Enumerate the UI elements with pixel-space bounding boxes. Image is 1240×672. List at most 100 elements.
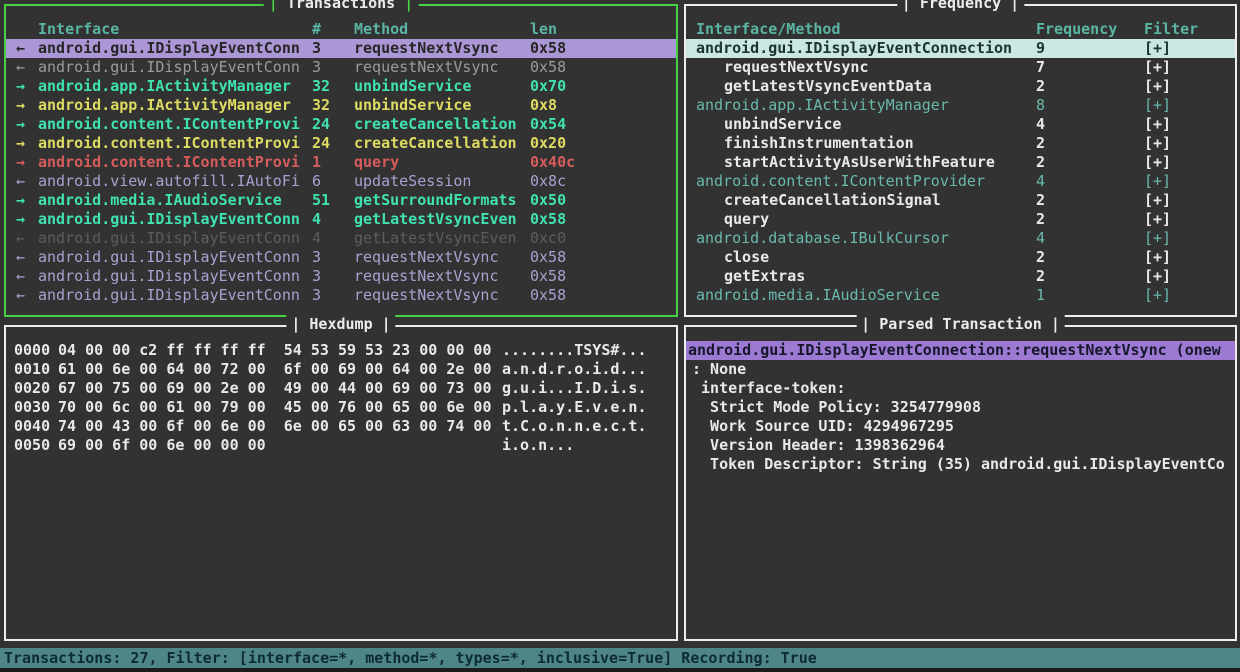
filter-add-button[interactable]: [+] [1144,267,1235,286]
frequency-row[interactable]: android.app.IActivityManager8[+] [686,96,1235,115]
filter-add-button[interactable]: [+] [1144,134,1235,153]
parsed-line[interactable]: Strict Mode Policy: 3254779908 [686,398,1235,417]
cell-name: android.media.IAudioService [696,286,1036,305]
hexdump-panel[interactable]: | Hexdump | 000004 00 00 c2 ff ff ff ff … [4,325,678,641]
filter-add-button[interactable]: [+] [1144,96,1235,115]
cell-interface: android.app.IActivityManager [38,77,312,96]
header-spacer [16,20,38,39]
cell-frequency: 8 [1036,96,1144,115]
cell-name: close [696,248,1036,267]
cell-count: 3 [312,248,354,267]
cell-interface: android.gui.IDisplayEventConn [38,210,312,229]
cell-name: startActivityAsUserWithFeature [696,153,1036,172]
filter-add-button[interactable]: [+] [1144,248,1235,267]
frequency-row[interactable]: android.content.IContentProvider4[+] [686,172,1235,191]
filter-add-button[interactable]: [+] [1144,77,1235,96]
frequency-row[interactable]: unbindService4[+] [686,115,1235,134]
direction-icon: → [16,115,38,134]
filter-add-button[interactable]: [+] [1144,229,1235,248]
cell-method: createCancellation [354,115,530,134]
table-row[interactable]: →android.content.IContentProvi1query0x40… [6,153,676,172]
frequency-panel[interactable]: | Frequency | Interface/Method Frequency… [684,4,1237,317]
parsed-line[interactable]: Work Source UID: 4294967295 [686,417,1235,436]
hexdump-row: 003070 00 6c 00 61 00 79 00 45 00 76 00 … [6,398,676,417]
cell-name: android.database.IBulkCursor [696,229,1036,248]
table-row[interactable]: ←android.gui.IDisplayEventConn3requestNe… [6,248,676,267]
table-row[interactable]: ←android.gui.IDisplayEventConn3requestNe… [6,286,676,305]
cell-name: android.content.IContentProvider [696,172,1036,191]
parsed-line[interactable]: : None [686,360,1235,379]
filter-add-button[interactable]: [+] [1144,172,1235,191]
frequency-header-row: Interface/Method Frequency Filter [686,20,1235,39]
table-row[interactable]: →android.gui.IDisplayEventConn4getLatest… [6,210,676,229]
frequency-row-selected[interactable]: android.gui.IDisplayEventConnection9[+] [686,39,1235,58]
frequency-row[interactable]: finishInstrumentation2[+] [686,134,1235,153]
frequency-row[interactable]: startActivityAsUserWithFeature2[+] [686,153,1235,172]
cell-name: unbindService [696,115,1036,134]
hex-bytes: 69 00 6f 00 6e 00 00 00 [58,436,502,455]
table-row[interactable]: ←android.gui.IDisplayEventConn4getLatest… [6,229,676,248]
parsed-line[interactable]: Version Header: 1398362964 [686,436,1235,455]
filter-add-button[interactable]: [+] [1144,153,1235,172]
table-row[interactable]: →android.app.IActivityManager32unbindSer… [6,96,676,115]
table-row[interactable]: →android.app.IActivityManager32unbindSer… [6,77,676,96]
frequency-row[interactable]: getLatestVsyncEventData2[+] [686,77,1235,96]
cell-name: android.gui.IDisplayEventConnection [696,39,1036,58]
filter-add-button[interactable]: [+] [1144,39,1235,58]
col-header-count: # [312,20,354,39]
hexdump-row: 002067 00 75 00 69 00 2e 00 49 00 44 00 … [6,379,676,398]
filter-add-button[interactable]: [+] [1144,58,1235,77]
table-row[interactable]: →android.content.IContentProvi24createCa… [6,134,676,153]
status-bar: Transactions: 27, Filter: [interface=*, … [0,648,1240,668]
bottom-strip [0,668,1240,672]
table-row[interactable]: →android.media.IAudioService51getSurroun… [6,191,676,210]
cell-name: android.app.IActivityManager [696,96,1036,115]
cell-frequency: 1 [1036,286,1144,305]
cell-count: 3 [312,39,354,58]
hex-ascii: i.o.n... [502,436,574,454]
hex-bytes: 70 00 6c 00 61 00 79 00 45 00 76 00 65 0… [58,398,502,417]
cell-len: 0x58 [530,286,676,305]
filter-add-button[interactable]: [+] [1144,191,1235,210]
cell-count: 4 [312,210,354,229]
frequency-row[interactable]: getExtras2[+] [686,267,1235,286]
filter-add-button[interactable]: [+] [1144,286,1235,305]
cell-interface: android.app.IActivityManager [38,96,312,115]
direction-icon: → [16,191,38,210]
table-row[interactable]: ←android.gui.IDisplayEventConn3requestNe… [6,267,676,286]
cell-method: getSurroundFormats [354,191,530,210]
parsed-transaction-panel[interactable]: | Parsed Transaction | android.gui.IDisp… [684,325,1237,641]
cell-frequency: 4 [1036,115,1144,134]
frequency-row[interactable]: android.database.IBulkCursor4[+] [686,229,1235,248]
cell-count: 32 [312,96,354,115]
cell-interface: android.gui.IDisplayEventConn [38,58,312,77]
transactions-panel[interactable]: | Transactions | Interface # Method len … [4,4,678,317]
frequency-row[interactable]: android.media.IAudioService1[+] [686,286,1235,305]
frequency-row[interactable]: close2[+] [686,248,1235,267]
cell-method: requestNextVsync [354,39,530,58]
filter-add-button[interactable]: [+] [1144,115,1235,134]
table-row[interactable]: ←android.view.autofill.IAutoFi6updateSes… [6,172,676,191]
direction-icon: ← [16,58,38,77]
cell-count: 24 [312,115,354,134]
frequency-row[interactable]: requestNextVsync7[+] [686,58,1235,77]
table-row-selected[interactable]: ←android.gui.IDisplayEventConn3requestNe… [6,39,676,58]
cell-method: unbindService [354,77,530,96]
direction-icon: ← [16,229,38,248]
col-header-filter: Filter [1144,20,1235,39]
frequency-row[interactable]: createCancellationSignal2[+] [686,191,1235,210]
hexdump-row: 004074 00 43 00 6f 00 6e 00 6e 00 65 00 … [6,417,676,436]
cell-frequency: 4 [1036,229,1144,248]
table-row[interactable]: →android.content.IContentProvi24createCa… [6,115,676,134]
frequency-row[interactable]: query2[+] [686,210,1235,229]
filter-add-button[interactable]: [+] [1144,210,1235,229]
cell-interface: android.content.IContentProvi [38,115,312,134]
parsed-selected-line[interactable]: android.gui.IDisplayEventConnection::req… [686,341,1235,360]
cell-len: 0x58 [530,210,676,229]
cell-interface: android.gui.IDisplayEventConn [38,39,312,58]
parsed-line[interactable]: Token Descriptor: String (35) android.gu… [686,455,1235,474]
parsed-line[interactable]: interface-token: [686,379,1235,398]
cell-len: 0x54 [530,115,676,134]
table-row[interactable]: ←android.gui.IDisplayEventConn3requestNe… [6,58,676,77]
cell-count: 24 [312,134,354,153]
